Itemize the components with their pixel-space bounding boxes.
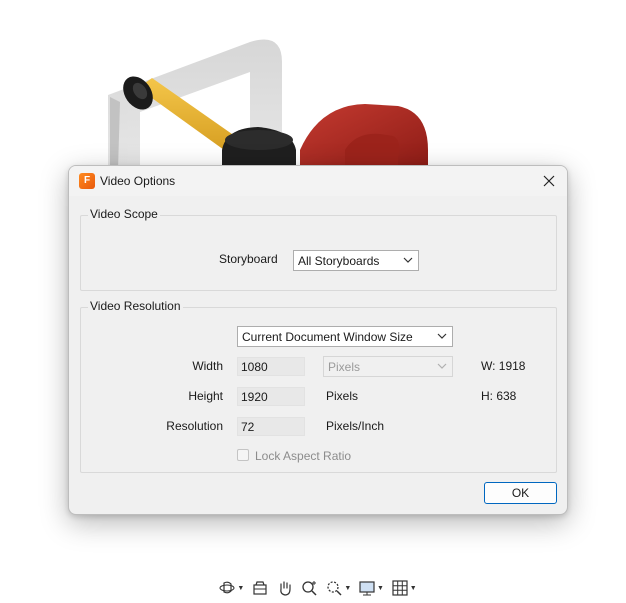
resolution-units: Pixels/Inch — [326, 419, 385, 433]
dialog-title: Video Options — [100, 174, 176, 188]
display-settings-button[interactable]: ▼ — [358, 579, 384, 597]
look-at-icon — [253, 581, 267, 595]
ok-button[interactable]: OK — [484, 482, 557, 504]
pan-hand-icon — [280, 581, 291, 596]
dropdown-arrow-icon: ▼ — [344, 584, 352, 592]
lock-aspect-label: Lock Aspect Ratio — [255, 449, 352, 463]
window-width-readout: W: 1918 — [481, 359, 526, 373]
storyboard-label: Storyboard — [219, 252, 278, 266]
grid-button[interactable]: ▼ — [391, 579, 417, 597]
chevron-down-icon — [437, 333, 447, 339]
grid-icon — [392, 580, 408, 596]
fusion-app-icon: F — [79, 173, 95, 189]
look-at-button[interactable] — [251, 579, 269, 597]
height-label: Height — [188, 389, 223, 403]
video-scope-legend: Video Scope — [88, 207, 160, 221]
resolution-input[interactable]: 72 — [237, 417, 305, 436]
dropdown-arrow-icon: ▼ — [377, 584, 384, 592]
resolution-preset-value: Current Document Window Size — [242, 330, 413, 344]
units-select[interactable]: Pixels — [323, 356, 453, 377]
window-height-readout: H: 638 — [481, 389, 517, 403]
units-value: Pixels — [328, 360, 361, 374]
width-value: 1080 — [241, 360, 268, 374]
height-value: 1920 — [241, 390, 268, 404]
zoom-button[interactable] — [301, 579, 319, 597]
zoom-icon — [301, 581, 317, 596]
dropdown-arrow-icon: ▼ — [409, 584, 417, 592]
app-icon-letter: F — [83, 175, 91, 186]
width-input[interactable]: 1080 — [237, 357, 305, 376]
chevron-down-icon — [437, 363, 447, 369]
video-options-dialog: F Video Options Video Scope Storyboard A… — [68, 165, 568, 515]
dialog-titlebar[interactable]: F Video Options — [69, 166, 567, 196]
navigation-toolbar: ▼ ▼ ▼ ▼ — [215, 575, 420, 601]
close-icon — [543, 175, 555, 187]
width-label: Width — [192, 359, 223, 373]
chevron-down-icon — [403, 257, 413, 263]
pan-button[interactable] — [276, 579, 294, 597]
storyboard-value: All Storyboards — [298, 254, 380, 268]
lock-aspect-checkbox[interactable] — [237, 449, 249, 461]
resolution-preset-select[interactable]: Current Document Window Size — [237, 326, 453, 347]
zoom-window-button[interactable]: ▼ — [325, 579, 351, 597]
resolution-label: Resolution — [166, 419, 223, 433]
resolution-value: 72 — [241, 420, 255, 434]
storyboard-select[interactable]: All Storyboards — [293, 250, 419, 271]
video-scope-group: Video Scope Storyboard All Storyboards — [80, 207, 557, 291]
close-button[interactable] — [531, 166, 567, 196]
zoom-window-icon — [327, 581, 342, 596]
orbit-button[interactable]: ▼ — [218, 579, 244, 597]
height-input[interactable]: 1920 — [237, 387, 305, 406]
height-units: Pixels — [326, 389, 359, 403]
video-resolution-legend: Video Resolution — [88, 299, 183, 313]
red-block-part — [300, 104, 428, 168]
display-settings-icon — [359, 581, 375, 596]
video-resolution-group: Video Resolution Current Document Window… — [80, 299, 557, 473]
dropdown-arrow-icon: ▼ — [237, 584, 245, 592]
orbit-icon — [219, 581, 235, 594]
